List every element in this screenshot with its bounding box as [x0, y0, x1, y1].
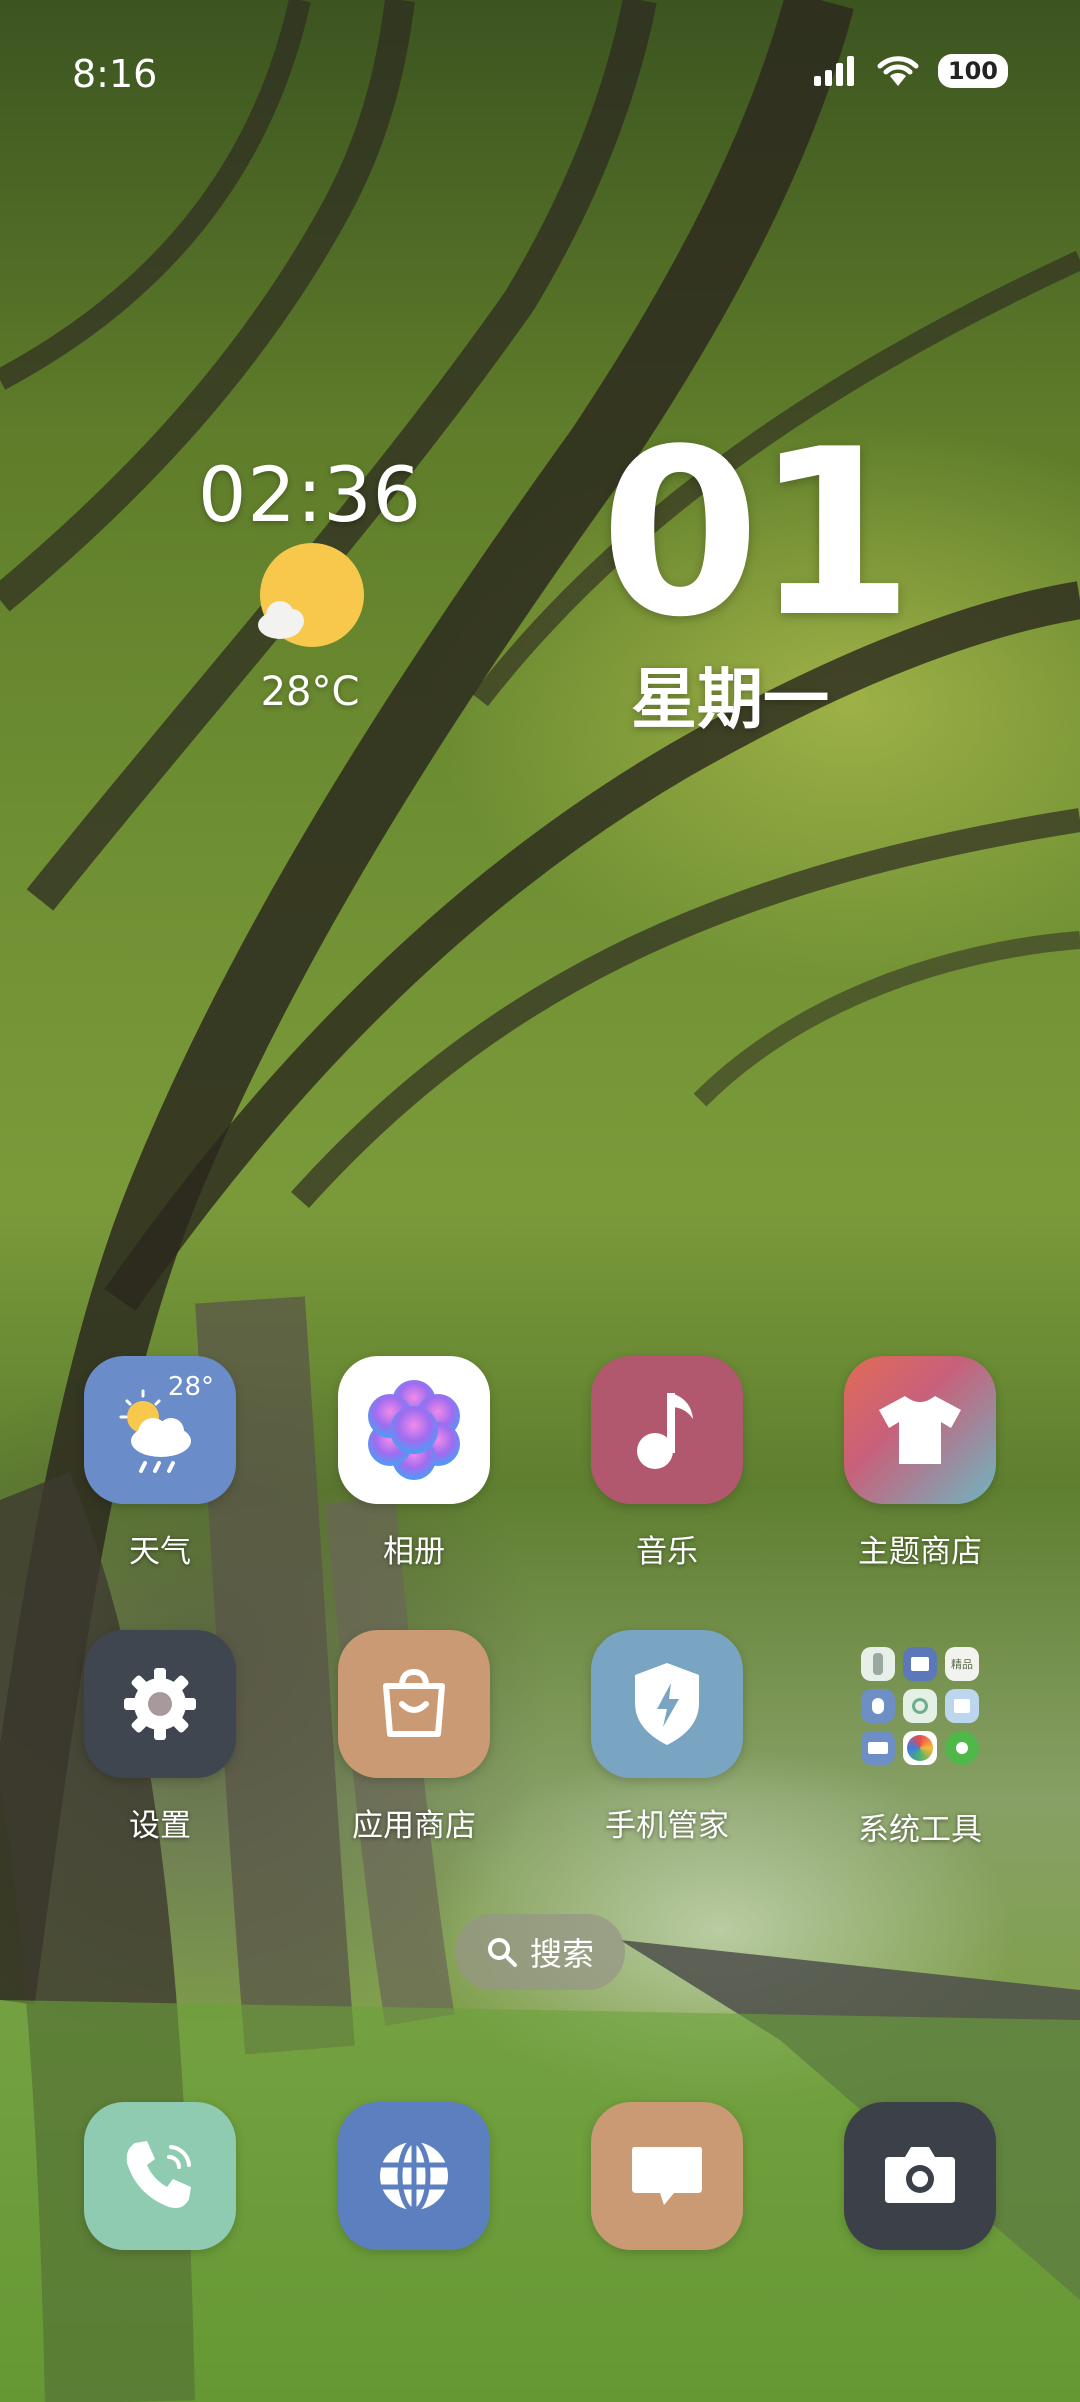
app-label: 音乐	[636, 1534, 698, 1570]
app-app-store[interactable]: 应用商店	[314, 1630, 514, 1845]
globe-icon	[338, 2102, 490, 2250]
app-gallery[interactable]: 相册	[314, 1356, 514, 1571]
app-weather[interactable]: 28° 天气	[60, 1356, 260, 1571]
gear-icon	[84, 1630, 236, 1778]
grid-icon	[945, 1689, 979, 1723]
dock-phone[interactable]	[60, 2102, 260, 2250]
music-note-icon	[591, 1356, 743, 1504]
tshirt-icon	[844, 1356, 996, 1504]
folder-system-tools[interactable]: 精品 系统工具	[820, 1630, 1020, 1849]
app-label: 应用商店	[352, 1808, 476, 1844]
app-label: 系统工具	[858, 1812, 982, 1848]
search-button[interactable]: 搜索	[455, 1914, 625, 1990]
dock	[0, 2102, 1080, 2252]
app-phone-manager[interactable]: 手机管家	[567, 1630, 767, 1845]
phone-icon	[84, 2102, 236, 2250]
date-weekday: 星期一	[631, 661, 829, 738]
dock-messages[interactable]	[567, 2102, 767, 2250]
camera-icon	[844, 2102, 996, 2250]
battery-icon: 100	[937, 54, 1008, 88]
hand-icon	[861, 1689, 895, 1723]
card-icon	[861, 1731, 895, 1765]
folder-icon: 精品	[844, 1630, 996, 1782]
weather-icon: 28°	[84, 1356, 236, 1504]
wallpaper	[0, 0, 1080, 2402]
status-time: 8:16	[72, 52, 158, 96]
app-label: 设置	[129, 1808, 191, 1844]
boutique-icon: 精品	[945, 1647, 979, 1681]
dock-browser[interactable]	[314, 2102, 514, 2250]
current-temperature: 28°C	[260, 669, 360, 715]
search-icon	[487, 1938, 517, 1967]
book-icon	[903, 1647, 937, 1681]
status-icons: 100	[812, 54, 1008, 88]
clock-time: 02:36	[197, 450, 423, 539]
browser-icon	[903, 1731, 937, 1765]
app-music[interactable]: 音乐	[567, 1356, 767, 1571]
app-label: 天气	[129, 1534, 191, 1570]
clock-weather-widget[interactable]: 02:36 28°C	[190, 450, 430, 715]
green-dot-icon	[945, 1731, 979, 1765]
gallery-flower-icon	[338, 1356, 490, 1504]
date-day: 01	[600, 401, 914, 668]
remote-icon	[861, 1647, 895, 1681]
sync-icon	[903, 1689, 937, 1723]
app-label: 主题商店	[858, 1534, 982, 1570]
date-widget[interactable]: 01 星期一	[600, 401, 914, 742]
app-label: 手机管家	[605, 1808, 729, 1844]
status-bar: 8:16 100	[0, 0, 1080, 150]
signal-icon	[813, 56, 854, 86]
app-label: 相册	[383, 1534, 445, 1570]
app-theme-store[interactable]: 主题商店	[820, 1356, 1020, 1571]
wifi-icon	[877, 56, 919, 86]
weather-badge: 28°	[167, 1372, 214, 1402]
app-settings[interactable]: 设置	[60, 1630, 260, 1845]
message-icon	[591, 2102, 743, 2250]
shopping-bag-icon	[338, 1630, 490, 1778]
shield-bolt-icon	[591, 1630, 743, 1778]
sunny-partly-cloudy-icon	[250, 539, 370, 659]
dock-camera[interactable]	[820, 2102, 1020, 2250]
search-label: 搜索	[529, 1935, 594, 1973]
